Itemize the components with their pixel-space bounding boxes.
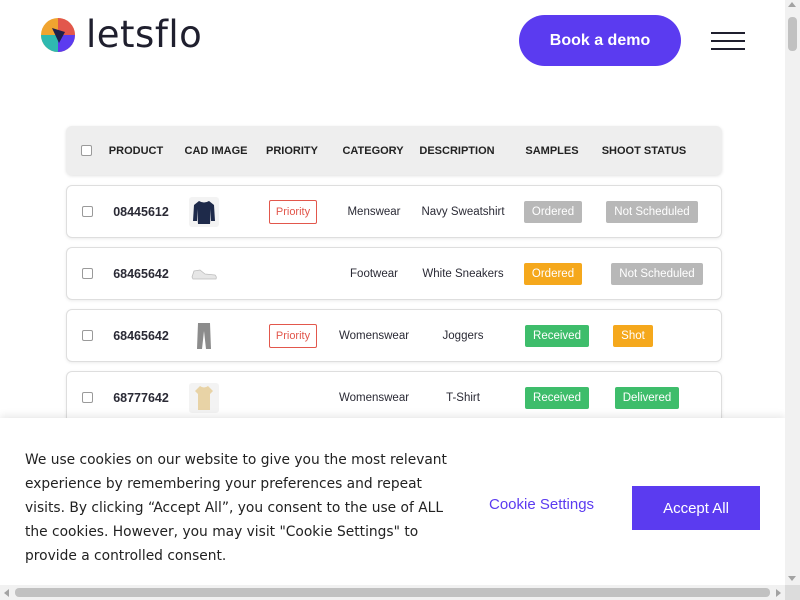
column-header-description: DESCRIPTION	[419, 144, 495, 157]
column-header-shoot-status: SHOOT STATUS	[601, 144, 687, 157]
accept-all-button[interactable]: Accept All	[632, 486, 760, 530]
column-header-priority: PRIORITY	[266, 144, 318, 157]
column-header-category: CATEGORY	[342, 144, 404, 157]
horizontal-scroll-thumb[interactable]	[15, 588, 770, 597]
site-header: letsflo Book a demo	[0, 0, 785, 80]
description-cell: Joggers	[442, 329, 484, 342]
table-row: 08445612 Priority Menswear Navy Sweatshi…	[66, 185, 722, 238]
scroll-down-arrow-icon[interactable]	[788, 576, 796, 581]
scroll-left-arrow-icon[interactable]	[4, 589, 9, 597]
column-header-samples: SAMPLES	[525, 144, 579, 157]
category-cell: Womenswear	[338, 329, 410, 342]
book-demo-button[interactable]: Book a demo	[519, 15, 681, 66]
scroll-up-arrow-icon[interactable]	[788, 2, 796, 7]
cookie-settings-link[interactable]: Cookie Settings	[489, 496, 594, 513]
letsflo-logo[interactable]: letsflo	[40, 16, 202, 53]
priority-tag: Priority	[257, 186, 329, 237]
table-header: PRODUCT CAD IMAGE PRIORITY CATEGORY DESC…	[66, 126, 722, 175]
navy-sweatshirt-icon	[187, 186, 221, 237]
category-cell: Footwear	[350, 267, 398, 280]
table-row: 68465642 Priority Womenswear Joggers Rec…	[66, 309, 722, 362]
samples-badge: Ordered	[515, 186, 591, 237]
table-row: 68777642 Womenswear T-Shirt Received Del…	[66, 371, 722, 424]
vertical-scrollbar[interactable]	[785, 0, 800, 585]
horizontal-scrollbar[interactable]	[0, 585, 785, 600]
row-checkbox	[79, 372, 95, 423]
logo-text: letsflo	[86, 13, 203, 56]
category-cell: Womenswear	[338, 391, 410, 404]
priority-tag: Priority	[257, 310, 329, 361]
description-cell: White Sneakers	[422, 267, 504, 280]
description-cell: T-Shirt	[446, 391, 480, 404]
product-id: 68777642	[113, 390, 169, 405]
product-id: 68465642	[113, 328, 169, 343]
category-cell: Menswear	[347, 205, 401, 218]
samples-badge: Received	[515, 310, 599, 361]
tshirt-icon	[187, 372, 221, 423]
shoot-status-badge: Shot	[597, 310, 669, 361]
cookie-consent-text: We use cookies on our website to give yo…	[25, 452, 447, 564]
samples-badge: Received	[515, 372, 599, 423]
table-row: 68465642 Footwear White Sneakers Ordered…	[66, 247, 722, 300]
joggers-icon	[187, 310, 221, 361]
shoot-status-badge: Delivered	[597, 372, 697, 423]
cookie-consent-banner: We use cookies on our website to give yo…	[0, 418, 785, 585]
white-sneakers-icon	[187, 248, 221, 299]
product-id: 68465642	[113, 266, 169, 281]
scroll-right-arrow-icon[interactable]	[776, 589, 781, 597]
column-header-cad-image: CAD IMAGE	[184, 144, 248, 157]
row-checkbox	[79, 248, 95, 299]
shoot-status-badge: Not Scheduled	[597, 248, 717, 299]
header-checkbox	[78, 126, 94, 175]
product-id: 08445612	[113, 204, 169, 219]
row-checkbox	[79, 310, 95, 361]
logo-mark-icon	[41, 17, 75, 52]
column-header-product: PRODUCT	[108, 144, 164, 157]
row-checkbox	[79, 186, 95, 237]
hamburger-menu-icon[interactable]	[711, 32, 745, 50]
vertical-scroll-thumb[interactable]	[788, 17, 797, 51]
scrollbar-corner	[785, 585, 800, 600]
shoot-status-badge: Not Scheduled	[597, 186, 707, 237]
samples-badge: Ordered	[515, 248, 591, 299]
description-cell: Navy Sweatshirt	[421, 205, 505, 218]
